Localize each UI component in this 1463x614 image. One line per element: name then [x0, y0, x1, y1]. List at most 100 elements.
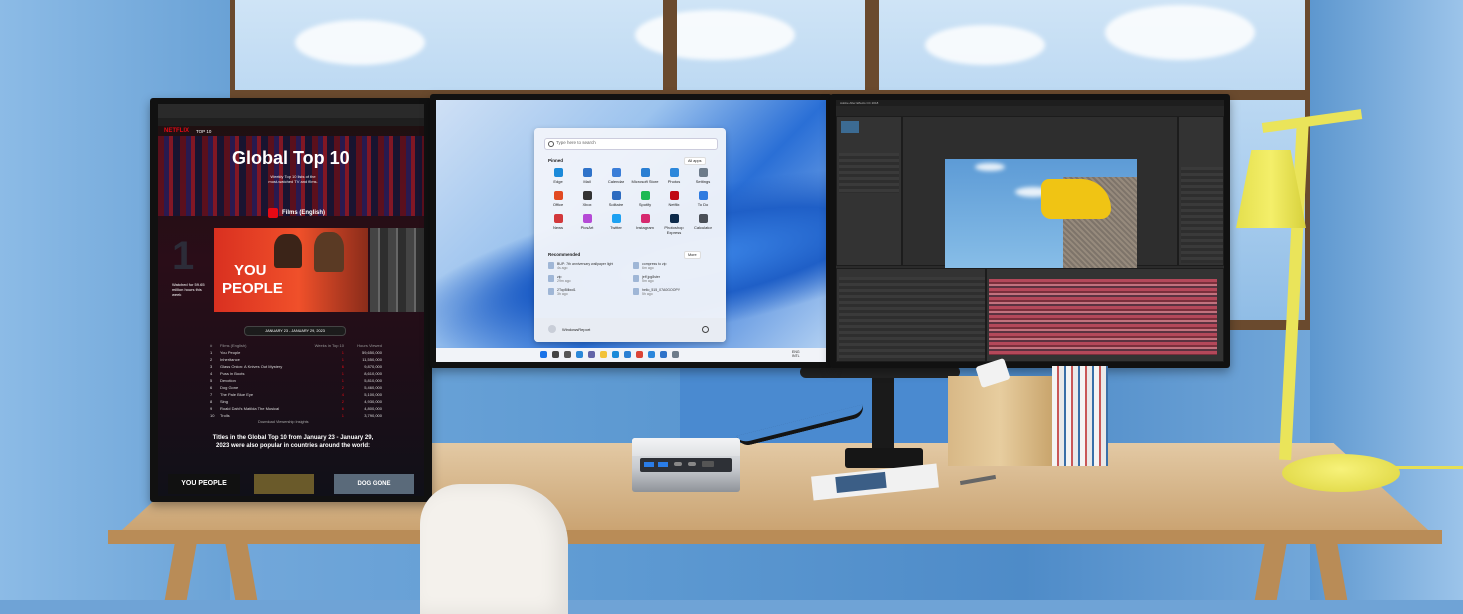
- taskbar-photos-icon[interactable]: [648, 351, 655, 358]
- start-search-box[interactable]: Type here to search: [544, 138, 718, 150]
- recommended-item[interactable]: compress to zip 6m ago: [633, 262, 718, 270]
- center-monitor: Type here to search Pinned All apps Edge…: [430, 94, 832, 368]
- table-row[interactable]: 4 Puss in Boots 1 8,610,000: [210, 370, 382, 377]
- netflix-screen: NETFLIX TOP 10 Global Top 10 Weekly Top …: [158, 104, 424, 496]
- top10-nav[interactable]: TOP 10: [196, 129, 211, 134]
- pinned-app-spotify[interactable]: Spotify: [631, 191, 659, 207]
- pinned-app-settings[interactable]: Settings: [689, 168, 717, 184]
- pinned-app-solitaire[interactable]: Solitaire: [602, 191, 630, 207]
- pinned-app-photos[interactable]: Photos: [660, 168, 688, 184]
- table-cell-weeks: 1: [341, 371, 344, 376]
- taskbar-chrome-icon[interactable]: [636, 351, 643, 358]
- power-icon[interactable]: [702, 326, 709, 333]
- netflix-logo[interactable]: NETFLIX: [164, 128, 189, 134]
- taskbar-task-view-icon[interactable]: [564, 351, 571, 358]
- poster-person: [314, 232, 344, 272]
- pinned-app-label: Microsoft Store: [631, 179, 659, 184]
- taskbar-widgets-icon[interactable]: [576, 351, 583, 358]
- pinned-app-calculator[interactable]: Calculator: [689, 214, 717, 235]
- tile-you-people[interactable]: YOU PEOPLE: [168, 474, 240, 494]
- start-menu[interactable]: Type here to search Pinned All apps Edge…: [534, 128, 726, 342]
- browser-address-bar[interactable]: [158, 118, 424, 126]
- download-link[interactable]: Download Viewership Insights: [258, 420, 309, 424]
- pinned-app-microsoft-store[interactable]: Microsoft Store: [631, 168, 659, 184]
- table-row[interactable]: 6 Dog Gone 2 5,460,000: [210, 384, 382, 391]
- user-name[interactable]: WindowsReport: [562, 327, 590, 332]
- ae-composition-panel[interactable]: [902, 116, 1178, 273]
- card-slot-icon[interactable]: [702, 461, 714, 467]
- table-row[interactable]: 3 Glass Onion: A Knives Out Mystery 6 9,870…: [210, 363, 382, 370]
- table-row[interactable]: 10 Trolls 1 3,790,000: [210, 412, 382, 419]
- table-row[interactable]: 5 Devotion 1 5,810,000: [210, 377, 382, 384]
- pinned-app-label: To Do: [697, 202, 709, 207]
- ae-timeline[interactable]: [986, 268, 1224, 362]
- tray-language[interactable]: ENG INTL: [792, 350, 800, 358]
- tile-dog-gone[interactable]: DOG GONE: [334, 474, 414, 494]
- taskbar-mail-icon[interactable]: [660, 351, 667, 358]
- table-row[interactable]: 9 Roald Dahl's Matilda The Musical 6 4,800,…: [210, 405, 382, 412]
- ae-effects-panel[interactable]: [1178, 116, 1224, 266]
- pinned-app-netflix[interactable]: Netflix: [660, 191, 688, 207]
- pinned-app-instagram[interactable]: Instagram: [631, 214, 659, 235]
- ae-toolbar[interactable]: [836, 106, 1224, 116]
- taskbar-explorer-icon[interactable]: [600, 351, 607, 358]
- watched-note: Watched for 59.65 million hours this wee…: [172, 282, 205, 297]
- all-apps-button[interactable]: All apps: [684, 157, 706, 165]
- pinned-app-news[interactable]: News: [544, 214, 572, 235]
- column-header: Hours Viewed: [357, 343, 382, 348]
- table-cell-weeks: 1: [341, 378, 344, 383]
- table-row[interactable]: 8 Sing 2 4,930,000: [210, 398, 382, 405]
- taskbar-start-icon[interactable]: [540, 351, 547, 358]
- poster-strip[interactable]: [370, 228, 424, 312]
- recommended-item[interactable]: hello_515_07A0GOOPY 5h ago: [633, 288, 718, 296]
- recommended-item[interactable]: 2TopBillwd1 3h ago: [548, 288, 633, 296]
- pinned-app-label: Photoshop Express: [664, 225, 684, 235]
- taskbar-chat-icon[interactable]: [588, 351, 595, 358]
- taskbar-store-icon[interactable]: [624, 351, 631, 358]
- ae-effects-list[interactable]: [1181, 167, 1223, 263]
- docking-station[interactable]: [632, 438, 740, 492]
- mail-icon: [582, 168, 592, 177]
- pinned-app-label: Calendar: [607, 179, 625, 184]
- usbc-port-icon[interactable]: [688, 462, 696, 466]
- more-button[interactable]: More: [684, 251, 701, 259]
- taskbar-settings-icon[interactable]: [672, 351, 679, 358]
- pinned-app-mail[interactable]: Mail: [573, 168, 601, 184]
- taskbar-edge-icon[interactable]: [612, 351, 619, 358]
- table-row[interactable]: 7 The Pale Blue Eye 4 5,100,000: [210, 391, 382, 398]
- pinned-app-photoshop-express[interactable]: Photoshop Express: [660, 214, 688, 235]
- recommended-item[interactable]: BUP: 7th anniversary wallpaper light 4s a…: [548, 262, 633, 270]
- ae-comp-image[interactable]: [945, 159, 1137, 273]
- table-row[interactable]: 1 You People 1 59,650,000: [210, 349, 382, 356]
- table-row[interactable]: 2 Inheritance 1 11,550,000: [210, 356, 382, 363]
- pinned-app-picsart[interactable]: PicsArt: [573, 214, 601, 235]
- taskbar-search-icon[interactable]: [552, 351, 559, 358]
- pinned-app-office[interactable]: Office: [544, 191, 572, 207]
- ae-timeline-tracks[interactable]: [989, 279, 1217, 355]
- table-cell-weeks: 1: [341, 413, 344, 418]
- ae-layers[interactable]: [839, 277, 985, 361]
- ae-project-list[interactable]: [839, 153, 899, 193]
- usbc-port-icon[interactable]: [674, 462, 682, 466]
- usb-port-icon[interactable]: [644, 462, 654, 467]
- ae-layer-list[interactable]: [836, 268, 986, 362]
- recommended-item[interactable]: jeff jpg8ster 5m ago: [633, 275, 718, 283]
- featured-poster[interactable]: YOU PEOPLE: [214, 228, 368, 312]
- date-range-selector[interactable]: JANUARY 23 - JANUARY 29, 2023: [244, 326, 346, 336]
- table-cell-title: Devotion: [220, 378, 236, 383]
- pinned-app-calendar[interactable]: Calendar: [602, 168, 630, 184]
- ae-project-panel[interactable]: [836, 116, 902, 266]
- pinned-app-edge[interactable]: Edge: [544, 168, 572, 184]
- column-header: Films (English): [220, 343, 247, 348]
- table-cell-weeks: 6: [341, 364, 344, 369]
- pinned-app-xbox[interactable]: Xbox: [573, 191, 601, 207]
- table-cell-rank: 10: [210, 413, 215, 418]
- user-avatar[interactable]: [548, 325, 556, 333]
- pinned-app-twitter[interactable]: Twitter: [602, 214, 630, 235]
- pinned-app-to-do[interactable]: To Do: [689, 191, 717, 207]
- usb-port-icon[interactable]: [658, 462, 668, 467]
- tile-thumbnail[interactable]: [254, 474, 314, 494]
- recommended-text: compress to zip 6m ago: [642, 262, 667, 270]
- recommended-item[interactable]: zip 29m ago: [548, 275, 633, 283]
- search-placeholder: Type here to search: [556, 140, 596, 145]
